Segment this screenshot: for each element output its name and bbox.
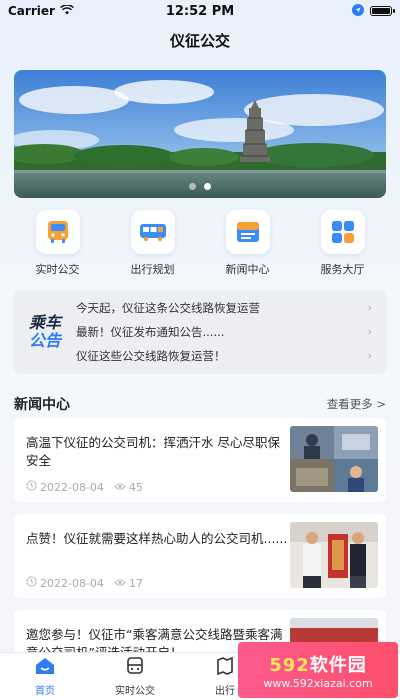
notice-text: 今天起，仪征这条公交线路恢复运营 — [76, 301, 260, 315]
news-views-count: 17 — [128, 576, 143, 590]
news-meta: 2022-08-04 17 — [26, 576, 143, 590]
news-date: 2022-08-04 — [26, 576, 104, 590]
carousel-dot-active[interactable] — [204, 183, 211, 190]
notice-badge-line1: 乘车 — [28, 313, 61, 332]
tab-label: 出行 — [215, 686, 235, 697]
news-section-header: 新闻中心 查看更多 > — [14, 394, 386, 414]
chevron-right-icon: › — [367, 325, 372, 339]
quick-menu: 实时公交 出行规划 新闻中心 服务大厅 — [10, 210, 390, 277]
quick-label: 出行规划 — [130, 263, 175, 276]
clock-icon — [26, 480, 37, 494]
tab-home[interactable]: 首页 — [0, 653, 90, 700]
page-title: 仪征公交 — [169, 32, 230, 50]
map-icon — [215, 656, 235, 680]
watermark-logo: 592软件园 — [269, 651, 367, 677]
eye-icon — [114, 577, 126, 590]
wifi-icon — [60, 4, 74, 18]
news-date: 2022-08-04 — [26, 480, 104, 494]
bus-outline-icon — [125, 656, 145, 680]
battery-icon — [370, 6, 395, 16]
news-title: 点赞！仪征就需要这样热心助人的公交司机...... — [26, 531, 288, 546]
view-more-link[interactable]: 查看更多 > — [327, 396, 386, 412]
quick-item-trip-planning[interactable]: 出行规划 — [113, 210, 193, 277]
tab-realtime-bus[interactable]: 实时公交 — [90, 653, 180, 700]
news-icon — [225, 210, 270, 254]
news-thumbnail — [290, 522, 378, 588]
carrier-label: Carrier — [8, 4, 55, 18]
notice-text: 仪征这些公交线路恢复运营！ — [76, 349, 226, 363]
chevron-right-icon: › — [367, 301, 372, 315]
notice-board: 乘车 公告 今天起，仪征这条公交线路恢复运营 › 最新！仪征发布通知公告....… — [14, 290, 386, 374]
news-date-text: 2022-08-04 — [40, 576, 104, 590]
clock-icon — [26, 576, 37, 590]
notice-text: 最新！仪征发布通知公告...... — [76, 325, 225, 339]
watermark-number: 592 — [269, 654, 310, 676]
location-arrow-icon — [352, 3, 364, 19]
quick-item-news-center[interactable]: 新闻中心 — [208, 210, 288, 277]
banner-carousel[interactable] — [14, 70, 386, 198]
news-views: 45 — [114, 481, 143, 494]
news-text: 高温下仪征的公交司机：挥洒汗水 尽心尽职保安全 — [26, 434, 288, 470]
eye-icon — [114, 481, 126, 494]
home-icon — [34, 656, 56, 680]
notice-item[interactable]: 最新！仪征发布通知公告...... › — [76, 320, 386, 344]
news-views-count: 45 — [128, 480, 143, 494]
service-grid-icon — [320, 210, 365, 254]
status-right — [352, 3, 395, 19]
quick-label: 服务大厅 — [320, 263, 365, 276]
notice-item[interactable]: 仪征这些公交线路恢复运营！ › — [76, 344, 386, 368]
news-card[interactable]: 高温下仪征的公交司机：挥洒汗水 尽心尽职保安全 2022-08-04 45 — [14, 418, 386, 502]
tab-label: 首页 — [35, 686, 55, 697]
notice-item[interactable]: 今天起，仪征这条公交线路恢复运营 › — [76, 296, 386, 320]
site-watermark: 592软件园 www.592xiazai.com — [238, 642, 398, 698]
status-left: Carrier — [8, 4, 74, 18]
news-date-text: 2022-08-04 — [40, 480, 104, 494]
tab-label: 实时公交 — [115, 686, 155, 697]
notice-badge-line2: 公告 — [28, 331, 61, 350]
bus-icon — [35, 210, 80, 254]
quick-item-service-hall[interactable]: 服务大厅 — [303, 210, 383, 277]
chevron-right-icon: › — [367, 349, 372, 363]
section-title: 新闻中心 — [14, 397, 70, 413]
news-text: 点赞！仪征就需要这样热心助人的公交司机...... — [26, 530, 288, 548]
news-views: 17 — [114, 577, 143, 590]
route-plan-icon — [130, 210, 175, 254]
news-meta: 2022-08-04 45 — [26, 480, 143, 494]
watermark-url: www.592xiazai.com — [263, 676, 373, 690]
carousel-dots — [14, 183, 386, 190]
quick-label: 实时公交 — [35, 263, 80, 276]
quick-item-realtime-bus[interactable]: 实时公交 — [18, 210, 98, 277]
notice-list: 今天起，仪征这条公交线路恢复运营 › 最新！仪征发布通知公告...... › 仪… — [76, 296, 386, 368]
carousel-dot[interactable] — [189, 183, 196, 190]
status-bar: Carrier 12:52 PM — [0, 0, 400, 22]
watermark-text: 软件园 — [309, 654, 367, 676]
news-thumbnail — [290, 426, 378, 492]
banner-image — [14, 70, 386, 198]
quick-label: 新闻中心 — [225, 263, 270, 276]
notice-badge: 乘车 公告 — [14, 314, 76, 350]
news-card[interactable]: 点赞！仪征就需要这样热心助人的公交司机...... 2022-08-04 17 — [14, 514, 386, 598]
news-title: 高温下仪征的公交司机：挥洒汗水 尽心尽职保安全 — [26, 435, 280, 468]
